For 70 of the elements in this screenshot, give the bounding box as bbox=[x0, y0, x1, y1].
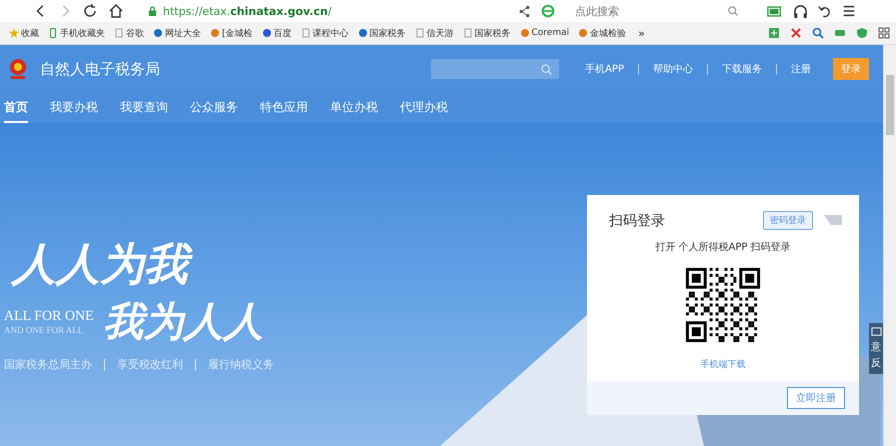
nav-tab[interactable]: 我要办税 bbox=[50, 93, 98, 123]
url-text: https://etax.chinatax.gov.cn/ bbox=[163, 4, 332, 18]
password-login-button[interactable]: 密码登录 bbox=[763, 211, 813, 230]
search-icon[interactable] bbox=[727, 5, 739, 17]
lock-icon bbox=[148, 6, 157, 16]
home-icon[interactable] bbox=[108, 3, 124, 19]
bookmark-item[interactable]: 手机收藏夹 bbox=[45, 26, 108, 40]
page-icon bbox=[462, 28, 473, 38]
message-icon bbox=[870, 327, 882, 338]
english-slogan: AND ONE FOR ALL bbox=[4, 324, 84, 334]
share-icon[interactable] bbox=[518, 4, 531, 18]
header-link[interactable]: 下载服务 bbox=[720, 62, 764, 76]
header-link[interactable]: 帮助中心 bbox=[651, 62, 695, 76]
paw-icon bbox=[262, 28, 272, 38]
globe-icon bbox=[358, 28, 368, 38]
bookmark-item[interactable]: 谷歌 bbox=[111, 26, 147, 40]
site-search-field[interactable] bbox=[431, 59, 560, 79]
card-title: 扫码登录 bbox=[609, 212, 665, 230]
site-logo-icon bbox=[578, 28, 588, 38]
shield-icon[interactable] bbox=[856, 27, 868, 39]
page-icon bbox=[300, 28, 311, 38]
slogan-text: 人人为我 bbox=[4, 235, 274, 294]
header-link[interactable]: 手机APP bbox=[583, 62, 626, 76]
page-icon bbox=[414, 28, 425, 38]
bookmark-item[interactable]: 国家税务 bbox=[354, 26, 409, 40]
site-logo-icon bbox=[210, 28, 220, 38]
search-icon[interactable] bbox=[812, 27, 824, 39]
scissors-icon[interactable] bbox=[790, 27, 802, 39]
tagline-text: 履行纳税义务 bbox=[208, 357, 274, 372]
nav-tab[interactable]: 代理办税 bbox=[400, 93, 448, 123]
bookmark-item[interactable]: 课程中心 bbox=[298, 26, 352, 40]
bookmark-item[interactable]: 收藏 bbox=[6, 26, 42, 40]
slogan-text: 我为人人 bbox=[104, 297, 264, 347]
nav-tab[interactable]: 特色应用 bbox=[260, 93, 308, 123]
bookmark-item[interactable]: [金城检 bbox=[207, 26, 256, 40]
undo-icon[interactable] bbox=[818, 4, 832, 18]
english-slogan: ALL FOR ONE bbox=[4, 308, 94, 324]
site-logo-icon bbox=[520, 28, 530, 38]
bookmark-item[interactable]: Coremai bbox=[516, 28, 572, 38]
headphones-icon[interactable] bbox=[793, 4, 808, 18]
menu-icon[interactable] bbox=[842, 4, 856, 18]
bookmark-item[interactable]: 网址大全 bbox=[150, 26, 204, 40]
site-title: 自然人电子税务局 bbox=[40, 60, 160, 78]
download-link[interactable]: 手机端下载 bbox=[700, 358, 746, 371]
emblem-icon bbox=[8, 57, 28, 81]
address-bar[interactable]: https://etax.chinatax.gov.cn/ bbox=[134, 4, 508, 18]
globe-icon bbox=[153, 28, 163, 38]
star-icon bbox=[9, 28, 19, 38]
feedback-tab[interactable]: 意 反 bbox=[869, 323, 883, 374]
bookmark-item[interactable]: 国家税务 bbox=[460, 26, 514, 40]
bookmark-item[interactable]: 金城检验 bbox=[575, 26, 630, 40]
bookmark-item[interactable]: 信天游 bbox=[412, 26, 457, 40]
grid-icon[interactable] bbox=[878, 27, 890, 39]
battery-icon[interactable] bbox=[767, 6, 783, 16]
page-icon bbox=[114, 28, 124, 38]
bookmark-item[interactable]: 百度 bbox=[258, 26, 295, 40]
plus-page-icon[interactable] bbox=[768, 27, 780, 39]
phone-icon bbox=[48, 28, 58, 38]
instruction-text: 打开 个人所得税APP 扫码登录 bbox=[655, 240, 791, 254]
more-bookmarks-button[interactable]: » bbox=[632, 26, 651, 40]
search-icon[interactable] bbox=[540, 62, 554, 76]
nav-tab[interactable]: 公众服务 bbox=[190, 93, 238, 123]
reload-icon[interactable] bbox=[82, 3, 98, 19]
tagline-text: 国家税务总局主办 bbox=[4, 357, 92, 372]
register-button[interactable]: 立即注册 bbox=[787, 387, 845, 409]
header-link[interactable]: 注册 bbox=[789, 62, 813, 76]
nav-tab[interactable]: 我要查询 bbox=[120, 93, 168, 123]
scrollbar-thumb[interactable] bbox=[886, 75, 894, 135]
tagline-text: 享受税改红利 bbox=[117, 357, 183, 372]
nav-tab[interactable]: 单位办税 bbox=[330, 93, 378, 123]
